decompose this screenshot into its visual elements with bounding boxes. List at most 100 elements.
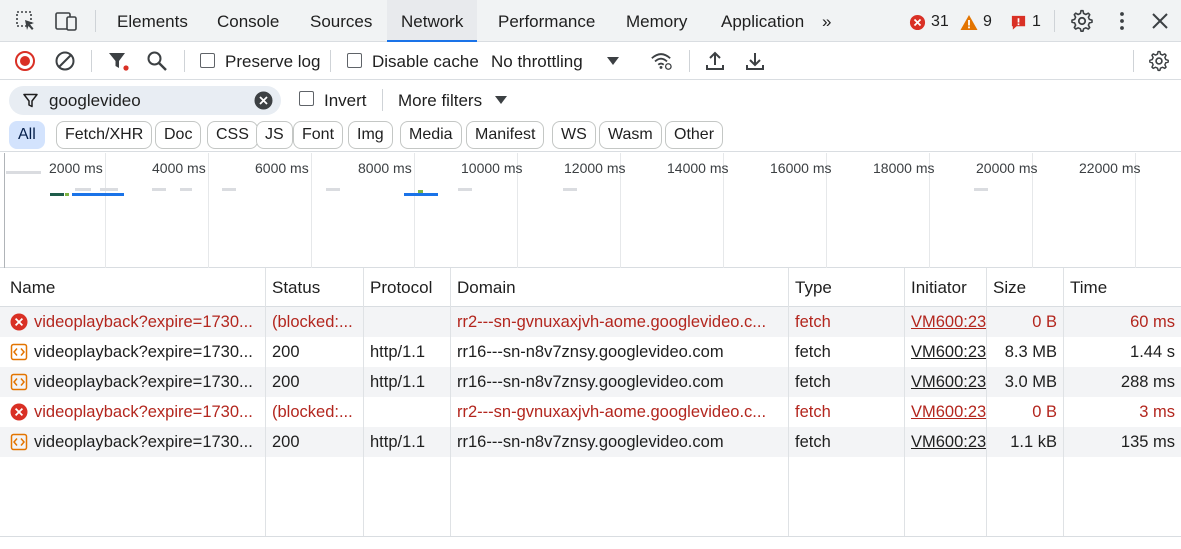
overview-tick-label: 12000 ms (564, 160, 626, 176)
overview-request-bar (458, 188, 472, 191)
issues-count-badge[interactable]: 1 (1010, 12, 1041, 32)
more-options-icon[interactable] (1110, 9, 1134, 33)
cell-status: 200 (272, 373, 300, 391)
table-row[interactable]: videoplayback?expire=1730... (blocked:...… (0, 307, 1181, 337)
filter-chip-fetch-xhr[interactable]: Fetch/XHR (56, 121, 153, 149)
tab-memory[interactable]: Memory (612, 0, 701, 42)
disable-cache-label: Disable cache (372, 52, 479, 71)
cell-name[interactable]: videoplayback?expire=1730... (28, 397, 265, 427)
column-divider[interactable] (1063, 268, 1064, 536)
filter-chip-other[interactable]: Other (665, 121, 724, 149)
column-header-size[interactable]: Size (986, 268, 1063, 307)
filter-divider (382, 89, 383, 111)
tab-performance[interactable]: Performance (484, 0, 609, 42)
filter-chip-media[interactable]: Media (400, 121, 462, 149)
disable-cache-checkbox[interactable] (347, 53, 362, 68)
cell-time: 60 ms (1130, 313, 1175, 331)
more-tabs-button[interactable]: » (816, 0, 837, 42)
export-har-download-icon[interactable] (744, 50, 766, 72)
more-filters-dropdown-arrow-icon[interactable] (494, 93, 508, 107)
filter-query-text: googlevideo (49, 91, 141, 110)
column-header-domain[interactable]: Domain (450, 268, 788, 307)
tab-bar-divider (95, 10, 96, 32)
cell-type: fetch (795, 433, 831, 451)
column-header-status[interactable]: Status (265, 268, 363, 307)
column-header-initiator[interactable]: Initiator (904, 268, 986, 307)
invert-checkbox[interactable] (299, 91, 314, 106)
import-har-upload-icon[interactable] (704, 50, 726, 72)
cell-name[interactable]: videoplayback?expire=1730... (28, 337, 265, 367)
table-row[interactable]: videoplayback?expire=1730... (blocked:...… (0, 397, 1181, 427)
overview-request-bar (75, 188, 91, 191)
cell-type: fetch (795, 373, 831, 391)
cell-name[interactable]: videoplayback?expire=1730... (28, 367, 265, 397)
filter-chip-all[interactable]: All (9, 121, 45, 149)
close-icon[interactable] (1148, 9, 1172, 33)
preserve-log-checkbox[interactable] (200, 53, 215, 68)
filter-chip-wasm[interactable]: Wasm (599, 121, 662, 149)
tab-network[interactable]: Network (387, 0, 478, 42)
column-header-protocol[interactable]: Protocol (363, 268, 450, 307)
column-divider[interactable] (904, 268, 905, 536)
overview-request-bar (426, 193, 438, 196)
filter-chip-manifest[interactable]: Manifest (466, 121, 545, 149)
warning-count-badge[interactable]: 9 (960, 12, 992, 32)
error-count-badge[interactable]: 31 (909, 12, 949, 32)
inspect-element-icon[interactable] (14, 9, 38, 33)
tab-application[interactable]: Application (707, 0, 818, 42)
overview-tick-label: 20000 ms (976, 160, 1038, 176)
network-settings-gear-icon[interactable] (1148, 50, 1170, 72)
filter-chip-ws[interactable]: WS (552, 121, 596, 149)
settings-gear-icon[interactable] (1070, 9, 1094, 33)
column-header-name[interactable]: Name (0, 268, 265, 307)
toolbar-divider (1133, 50, 1134, 72)
filter-chip-js[interactable]: JS (256, 121, 293, 149)
more-filters-button[interactable]: More filters (398, 91, 482, 111)
cell-initiator[interactable]: VM600:23 (904, 427, 986, 457)
column-divider[interactable] (265, 268, 266, 536)
search-icon[interactable] (146, 50, 168, 72)
filter-chip-img[interactable]: Img (348, 121, 393, 149)
filter-input[interactable]: googlevideo (9, 86, 281, 115)
cell-initiator[interactable]: VM600:23 (904, 397, 986, 427)
network-overview-timeline[interactable]: 2000 ms 4000 ms 6000 ms 8000 ms 10000 ms 1200… (0, 153, 1181, 268)
network-toolbar: Preserve log Disable cache No throttling (0, 42, 1181, 80)
column-header-time[interactable]: Time (1063, 268, 1181, 307)
cell-initiator[interactable]: VM600:23 (904, 307, 986, 337)
filter-icon[interactable] (107, 50, 129, 72)
warning-count: 9 (983, 13, 992, 30)
throttling-select[interactable]: No throttling (491, 52, 583, 72)
column-divider[interactable] (788, 268, 789, 536)
throttling-dropdown-arrow-icon[interactable] (606, 54, 620, 68)
table-row[interactable]: videoplayback?expire=1730... 200 http/1.1 r… (0, 337, 1181, 367)
error-count: 31 (931, 13, 949, 30)
clear-filter-icon[interactable] (254, 91, 273, 110)
table-row[interactable]: videoplayback?expire=1730... 200 http/1.1 r… (0, 367, 1181, 397)
overview-tick-label: 8000 ms (358, 160, 412, 176)
cell-initiator[interactable]: VM600:23 (904, 337, 986, 367)
tab-elements[interactable]: Elements (103, 0, 202, 42)
filter-chip-doc[interactable]: Doc (155, 121, 202, 149)
overview-gridline (208, 153, 209, 268)
device-toolbar-icon[interactable] (54, 9, 78, 33)
tab-console[interactable]: Console (203, 0, 293, 42)
network-conditions-icon[interactable] (650, 50, 672, 72)
column-divider[interactable] (363, 268, 364, 536)
cell-name[interactable]: videoplayback?expire=1730... (28, 427, 265, 457)
overview-tick-label: 4000 ms (152, 160, 206, 176)
column-divider[interactable] (986, 268, 987, 536)
clear-log-icon[interactable] (54, 50, 76, 72)
column-divider[interactable] (450, 268, 451, 536)
column-header-type[interactable]: Type (788, 268, 904, 307)
cell-type: fetch (795, 403, 831, 421)
cell-protocol (363, 307, 450, 337)
table-row[interactable]: videoplayback?expire=1730... 200 http/1.1 r… (0, 427, 1181, 457)
filter-chip-font[interactable]: Font (293, 121, 344, 149)
filter-chip-css[interactable]: CSS (207, 121, 258, 149)
fetch-request-icon (10, 343, 28, 361)
fetch-request-icon (10, 433, 28, 451)
cell-name[interactable]: videoplayback?expire=1730... (28, 307, 265, 337)
tab-sources[interactable]: Sources (296, 0, 386, 42)
cell-initiator[interactable]: VM600:23 (904, 367, 986, 397)
stop-recording-icon[interactable] (14, 50, 36, 72)
